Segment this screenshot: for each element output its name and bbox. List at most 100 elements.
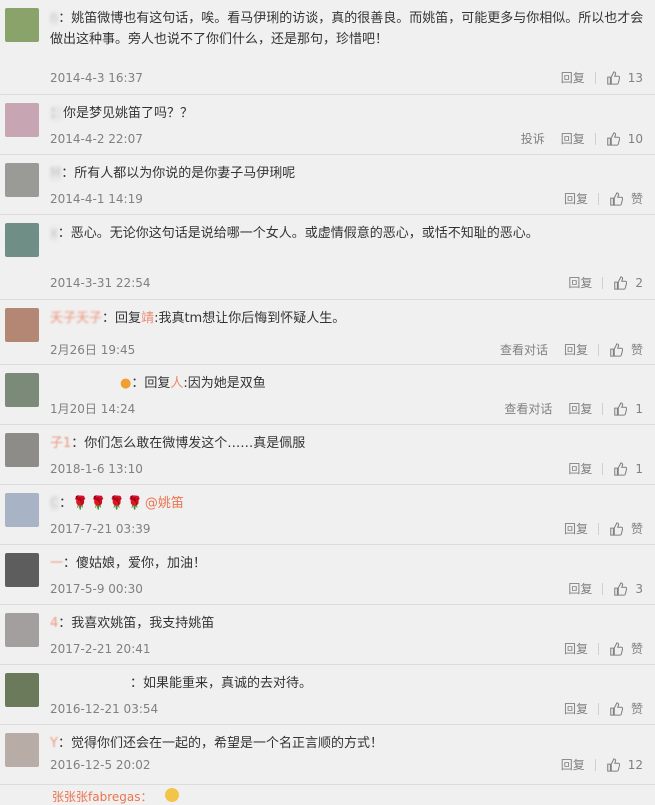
like-button[interactable]: 赞: [609, 189, 643, 209]
divider: [594, 133, 596, 145]
avatar[interactable]: [5, 163, 39, 197]
reply-button[interactable]: 回复: [561, 755, 585, 775]
thumbs-up-icon: [610, 702, 623, 716]
avatar[interactable]: [5, 553, 39, 587]
avatar[interactable]: [5, 433, 39, 467]
comment-body: 一：傻姑娘，爱你，加油！: [50, 553, 643, 574]
avatar[interactable]: [5, 8, 39, 42]
comment-meta: 2017-5-9 00:30 回复 3: [50, 579, 643, 599]
colon: ：: [102, 311, 116, 326]
avatar[interactable]: [5, 733, 39, 767]
divider: [594, 759, 596, 771]
comment-body: M：所有人都以为你说的是你妻子马伊琍呢: [50, 163, 643, 184]
reply-prefix: 回复: [115, 311, 142, 326]
action-bar: 查看对话 回复 1: [488, 399, 643, 419]
like-button[interactable]: 赞: [609, 519, 643, 539]
comment-content: 恶心。无论你这句话是说给哪一个女人。或虚情假意的恶心，或恬不知耻的恶心。: [70, 226, 539, 241]
like-button[interactable]: 12: [606, 755, 643, 775]
thumbs-up-icon: [614, 402, 628, 416]
divider: [597, 643, 599, 655]
action-bar: 回复 赞: [548, 699, 643, 719]
comment-text: M：所有人都以为你说的是你妻子马伊琍呢: [50, 163, 643, 184]
username-link[interactable]: 夭子夭子: [50, 311, 102, 326]
divider: [597, 193, 599, 205]
report-button[interactable]: 投诉: [521, 129, 545, 149]
comment-body: n：姚笛微博也有这句话，唉。看马伊琍的访谈，真的很善良。而姚笛，可能更多与你相似…: [50, 8, 643, 50]
like-button[interactable]: 2: [613, 273, 643, 293]
like-count: 12: [627, 758, 643, 772]
avatar[interactable]: [5, 673, 39, 707]
comment-body: x：恶心。无论你这句话是说给哪一个女人。或虚情假意的恶心，或恬不知耻的恶心。: [50, 223, 643, 244]
action-bar: 回复 13: [545, 68, 643, 88]
comment-item: M：所有人都以为你说的是你妻子马伊琍呢 2014-4-1 14:19 回复 赞: [0, 155, 655, 215]
emoji-icon: [165, 788, 179, 802]
thumbs-up-icon: [614, 462, 628, 476]
username-link[interactable]: 一: [50, 556, 63, 571]
reply-target-link[interactable]: 人: [170, 376, 183, 391]
reply-button[interactable]: 回复: [564, 639, 588, 659]
reply-button[interactable]: 回复: [561, 68, 585, 88]
timestamp: 2014-3-31 22:54: [50, 276, 151, 290]
username-link[interactable]: x: [50, 226, 58, 241]
reply-button[interactable]: 回复: [568, 459, 592, 479]
comment-content: 姚笛微博也有这句话，唉。看马伊琍的访谈，真的很善良。而姚笛，可能更多与你相似。所…: [50, 11, 644, 47]
avatar[interactable]: [5, 613, 39, 647]
mention-link[interactable]: @姚笛: [145, 496, 184, 511]
comment-text: ●：回复人:因为她是双鱼: [120, 376, 266, 391]
thumbs-up-icon: [610, 192, 623, 206]
divider: [602, 403, 604, 415]
username-link[interactable]: Y: [50, 736, 58, 751]
like-button[interactable]: 赞: [609, 340, 643, 360]
reply-button[interactable]: 回复: [564, 519, 588, 539]
username-link[interactable]: 4: [50, 616, 58, 631]
timestamp: 2017-5-9 00:30: [50, 582, 143, 596]
reply-button[interactable]: 回复: [564, 189, 588, 209]
view-conversation-button[interactable]: 查看对话: [504, 399, 552, 419]
avatar[interactable]: [5, 223, 39, 257]
like-button[interactable]: 1: [613, 459, 643, 479]
username-link[interactable]: n: [50, 11, 59, 26]
like-button[interactable]: 3: [613, 579, 643, 599]
like-button[interactable]: 1: [613, 399, 643, 419]
reply-target-link[interactable]: 靖: [141, 311, 154, 326]
comment-content: 所有人都以为你说的是你妻子马伊琍呢: [74, 166, 296, 181]
like-button[interactable]: 赞: [609, 639, 643, 659]
timestamp: 2017-2-21 20:41: [50, 642, 151, 656]
avatar[interactable]: [5, 373, 39, 407]
comment-content: 因为她是双鱼: [187, 376, 266, 391]
comment-meta: 2016-12-5 20:02 回复 12: [50, 755, 643, 775]
reply-button[interactable]: 回复: [568, 399, 592, 419]
comment-body: ：你是梦见姚笛了吗？？: [50, 103, 643, 124]
timestamp: 2014-4-1 14:19: [50, 192, 143, 206]
reply-button[interactable]: 回复: [564, 340, 588, 360]
comment-item: 夭子夭子：回复靖:我真tm想让你后悔到怀疑人生。 2月26日 19:45 查看对…: [0, 300, 655, 365]
username-link[interactable]: 子1: [50, 436, 71, 451]
username-link[interactable]: ：: [50, 106, 64, 121]
comment-meta: 2月26日 19:45 查看对话 回复 赞: [50, 340, 643, 360]
comment-body: ：如果能重来，真诚的去对待。: [50, 673, 643, 694]
reply-button[interactable]: 回复: [564, 699, 588, 719]
like-button[interactable]: 赞: [609, 699, 643, 719]
reply-button[interactable]: 回复: [561, 129, 585, 149]
username-link[interactable]: M: [50, 166, 62, 181]
username-link[interactable]: 张张张fabregas：: [52, 788, 152, 805]
thumbs-up-icon: [610, 642, 623, 656]
reply-button[interactable]: 回复: [568, 579, 592, 599]
comment-meta: 2014-4-2 22:07 投诉 回复 10: [50, 129, 643, 149]
comment-item: ：如果能重来，真诚的去对待。 2016-12-21 03:54 回复 赞: [0, 665, 655, 725]
reply-button[interactable]: 回复: [568, 273, 592, 293]
action-bar: 查看对话 回复 赞: [484, 340, 643, 360]
username-link[interactable]: C: [50, 496, 60, 511]
action-bar: 投诉 回复 10: [505, 129, 643, 149]
timestamp: 2017-7-21 03:39: [50, 522, 151, 536]
view-conversation-button[interactable]: 查看对话: [500, 340, 548, 360]
avatar[interactable]: [5, 103, 39, 137]
comment-content: 你是梦见姚笛了吗？？: [63, 106, 194, 121]
comment-body: 子1：你们怎么敢在微博发这个……真是佩服: [50, 433, 643, 454]
comment-content: 我真tm想让你后悔到怀疑人生。: [158, 311, 346, 326]
avatar[interactable]: [5, 493, 39, 527]
action-bar: 回复 赞: [548, 189, 643, 209]
like-button[interactable]: 13: [606, 68, 643, 88]
like-button[interactable]: 10: [606, 129, 643, 149]
avatar[interactable]: [5, 308, 39, 342]
